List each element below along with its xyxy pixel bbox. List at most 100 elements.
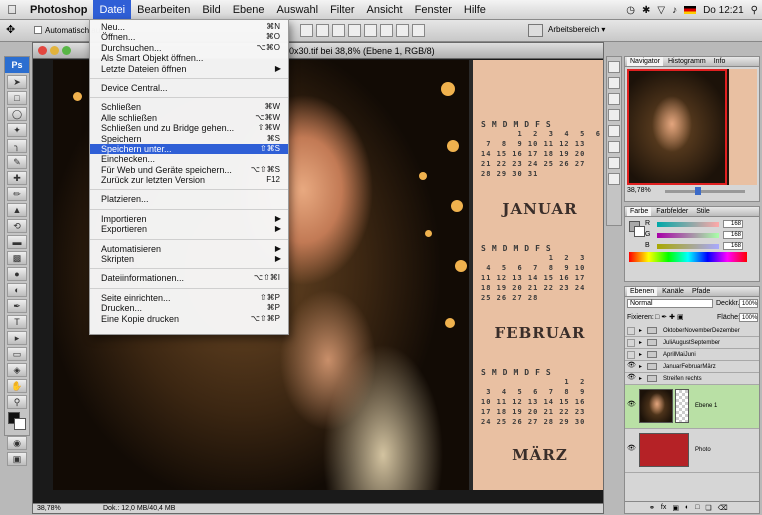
layer-row-selected[interactable]: 👁 Ebene 1 <box>625 385 759 429</box>
green-value[interactable]: 168 <box>723 231 743 239</box>
layer-row[interactable]: 👁 ▸ Streifen rechts <box>625 373 759 385</box>
apple-menu-icon[interactable]:  <box>0 2 24 17</box>
layer-row[interactable]: ▸ AprilMaiJuni <box>625 349 759 361</box>
tab-farbfelder[interactable]: Farbfelder <box>653 207 691 216</box>
pen-tool[interactable]: ✒ <box>7 299 27 313</box>
file-menu-item[interactable]: Neu... ⌘N <box>90 22 288 32</box>
layer-row[interactable]: ▸ OktoberNovemberDezember <box>625 325 759 337</box>
file-menu-item[interactable]: Für Web und Geräte speichern... ⌥⇧⌘S <box>90 165 288 175</box>
navigator-zoom-value[interactable]: 38,78% <box>627 187 651 194</box>
shape-tool[interactable]: ▭ <box>7 347 27 361</box>
expand-arrow-icon[interactable]: ▸ <box>639 339 642 346</box>
eyedropper-tool[interactable]: ✎ <box>7 155 27 169</box>
paragraph-panel-icon[interactable] <box>608 157 620 169</box>
file-menu-item[interactable]: Als Smart Objekt öffnen... <box>90 53 288 63</box>
trash-icon[interactable]: ⌫ <box>718 504 728 512</box>
file-menu-item[interactable]: Schließen ⌘W <box>90 102 288 112</box>
layer-style-icon[interactable]: fx <box>661 504 666 511</box>
distribute-h-button[interactable] <box>412 24 425 37</box>
align-center-button[interactable] <box>364 24 377 37</box>
blue-value[interactable]: 168 <box>723 242 743 250</box>
layer-row[interactable]: 👁 ▸ JanuarFebruarMärz <box>625 361 759 373</box>
blend-mode-select[interactable]: Normal <box>627 299 713 308</box>
eraser-tool[interactable]: ▬ <box>7 235 27 249</box>
notes-panel-icon[interactable] <box>608 173 620 185</box>
menu-bearbeiten[interactable]: Bearbeiten <box>131 0 196 20</box>
path-select-tool[interactable]: ▸ <box>7 331 27 345</box>
file-menu-item[interactable]: Schließen und zu Bridge gehen... ⇧⌘W <box>90 123 288 133</box>
layer-visibility-toggle[interactable] <box>627 339 635 347</box>
tab-kanaele[interactable]: Kanäle <box>659 287 687 296</box>
layer-row[interactable]: 👁 Photo <box>625 429 759 473</box>
file-menu-item[interactable]: Einchecken... <box>90 154 288 164</box>
menu-hilfe[interactable]: Hilfe <box>458 0 492 20</box>
bridge-button[interactable] <box>528 24 543 37</box>
minimize-window-button[interactable] <box>50 46 59 55</box>
bluetooth-icon[interactable]: ✱ <box>642 5 650 16</box>
move-tool[interactable]: ➤ <box>7 75 27 89</box>
align-top-button[interactable] <box>300 24 313 37</box>
menu-ebene[interactable]: Ebene <box>227 0 271 20</box>
file-menu-item[interactable]: Alle schließen ⌥⌘W <box>90 113 288 123</box>
opacity-field[interactable]: 100% <box>739 299 758 308</box>
file-menu-item[interactable]: Zurück zur letzten Version F12 <box>90 175 288 185</box>
quick-mask-button[interactable]: ◉ <box>7 436 27 450</box>
file-menu-item[interactable]: Seite einrichten... ⇧⌘P <box>90 293 288 303</box>
menu-auswahl[interactable]: Auswahl <box>271 0 325 20</box>
align-right-button[interactable] <box>380 24 393 37</box>
color-spectrum[interactable] <box>629 252 747 262</box>
green-slider[interactable] <box>657 233 719 238</box>
red-value[interactable]: 168 <box>723 220 743 228</box>
tab-pfade[interactable]: Pfade <box>689 287 713 296</box>
tab-stile[interactable]: Stile <box>693 207 713 216</box>
navigator-thumbnail[interactable] <box>627 69 757 185</box>
3d-tool[interactable]: ◈ <box>7 363 27 377</box>
actions-panel-icon[interactable] <box>608 77 620 89</box>
navigator-view-box[interactable] <box>627 69 727 185</box>
history-panel-icon[interactable] <box>608 61 620 73</box>
align-left-button[interactable] <box>348 24 361 37</box>
screen-mode-button[interactable]: ▣ <box>7 452 27 466</box>
slider-knob[interactable] <box>695 187 701 195</box>
stamp-tool[interactable]: ▲ <box>7 203 27 217</box>
expand-arrow-icon[interactable]: ▸ <box>639 363 642 370</box>
layer-visibility-toggle[interactable] <box>627 327 635 335</box>
menu-ansicht[interactable]: Ansicht <box>361 0 409 20</box>
blur-tool[interactable]: ● <box>7 267 27 281</box>
file-menu-item[interactable]: Speichern unter... ⇧⌘S <box>90 143 288 155</box>
file-menu-item[interactable]: Automatisieren ▶ <box>90 244 288 254</box>
gradient-tool[interactable]: ▩ <box>7 251 27 265</box>
file-menu-item[interactable]: Dateiinformationen... ⌥⇧⌘I <box>90 273 288 283</box>
clone-source-icon[interactable] <box>608 125 620 137</box>
lock-icons[interactable]: □✒✚▣ <box>655 313 686 321</box>
auto-select-checkbox[interactable] <box>34 26 42 34</box>
lasso-tool[interactable]: ◯ <box>7 107 27 121</box>
background-swatch[interactable] <box>634 226 645 237</box>
keyboard-flag-icon[interactable] <box>684 6 697 14</box>
red-slider[interactable] <box>657 222 719 227</box>
menu-photoshop[interactable]: Photoshop <box>24 0 93 20</box>
zoom-tool[interactable]: ⚲ <box>7 395 27 409</box>
adjustment-layer-icon[interactable]: ◐ <box>685 504 689 511</box>
file-menu-item[interactable]: Durchsuchen... ⌥⌘O <box>90 43 288 53</box>
menu-filter[interactable]: Filter <box>324 0 360 20</box>
tab-info[interactable]: Info <box>711 57 729 66</box>
dodge-tool[interactable]: ◐ <box>7 283 27 297</box>
zoom-field[interactable]: 38,78% <box>37 505 61 512</box>
file-menu-item[interactable]: Drucken... ⌘P <box>90 303 288 313</box>
navigator-zoom-slider[interactable] <box>665 187 745 195</box>
tab-ebenen[interactable]: Ebenen <box>627 287 658 296</box>
file-menu-item[interactable]: Letzte Dateien öffnen ▶ <box>90 64 288 74</box>
menu-datei[interactable]: Datei <box>93 0 132 20</box>
distribute-button[interactable] <box>396 24 409 37</box>
magic-wand-tool[interactable]: ✦ <box>7 123 27 137</box>
type-tool[interactable]: T <box>7 315 27 329</box>
file-menu-item[interactable]: Platzieren... <box>90 194 288 204</box>
align-middle-button[interactable] <box>316 24 329 37</box>
close-window-button[interactable] <box>38 46 47 55</box>
wifi-icon[interactable]: ▽ <box>657 5 665 16</box>
tab-histogramm[interactable]: Histogramm <box>665 57 709 66</box>
eye-icon[interactable]: 👁 <box>627 445 636 453</box>
new-group-icon[interactable]: □ <box>695 504 699 511</box>
layer-row[interactable]: ▸ JuliAugustSeptember <box>625 337 759 349</box>
